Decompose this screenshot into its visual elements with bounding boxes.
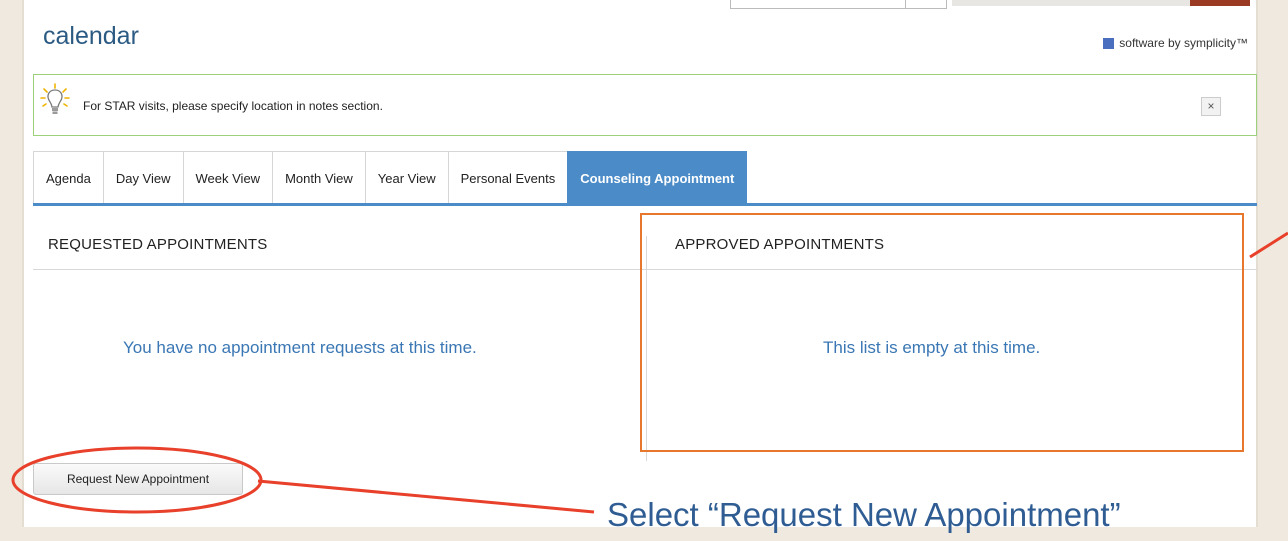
top-search-button[interactable] [1190, 0, 1250, 6]
brand-mark: software by symplicity™ [1103, 36, 1248, 50]
top-select-divider [905, 0, 906, 8]
tab-day-view[interactable]: Day View [102, 151, 184, 204]
notice-banner: For STAR visits, please specify location… [33, 74, 1257, 136]
tab-personal-events[interactable]: Personal Events [447, 151, 569, 204]
requested-empty-message: You have no appointment requests at this… [123, 338, 477, 357]
tab-counseling-appointment[interactable]: Counseling Appointment [567, 151, 748, 204]
brand-square-icon [1103, 37, 1115, 49]
panel-divider-vertical [646, 236, 647, 461]
left-margin-line [22, 0, 24, 541]
request-callout-line [257, 479, 595, 514]
calendar-tabs: Agenda Day View Week View Month View Yea… [33, 151, 748, 204]
top-select-field[interactable] [730, 0, 947, 9]
tab-underline [33, 203, 1257, 206]
right-margin-band [1258, 0, 1288, 541]
top-search-field[interactable] [952, 0, 1190, 6]
tab-week-view[interactable]: Week View [182, 151, 274, 204]
notice-text: For STAR visits, please specify location… [83, 99, 383, 113]
tab-month-view[interactable]: Month View [272, 151, 366, 204]
panel-divider-horizontal [33, 269, 1257, 270]
lightbulb-icon [40, 83, 70, 114]
request-new-appointment-button[interactable]: Request New Appointment [33, 463, 243, 495]
brand-text: software by symplicity™ [1119, 36, 1248, 50]
left-margin-band [0, 0, 22, 541]
approved-appointments-heading: APPROVED APPOINTMENTS [675, 236, 885, 253]
annotation-instruction: Select “Request New Appointment” [607, 496, 1121, 533]
tab-agenda[interactable]: Agenda [33, 151, 104, 204]
page-title: calendar [43, 22, 139, 50]
requested-appointments-heading: REQUESTED APPOINTMENTS [48, 236, 268, 253]
close-notice-button[interactable]: × [1201, 97, 1221, 116]
tab-year-view[interactable]: Year View [364, 151, 449, 204]
approved-empty-message: This list is empty at this time. [823, 338, 1041, 357]
